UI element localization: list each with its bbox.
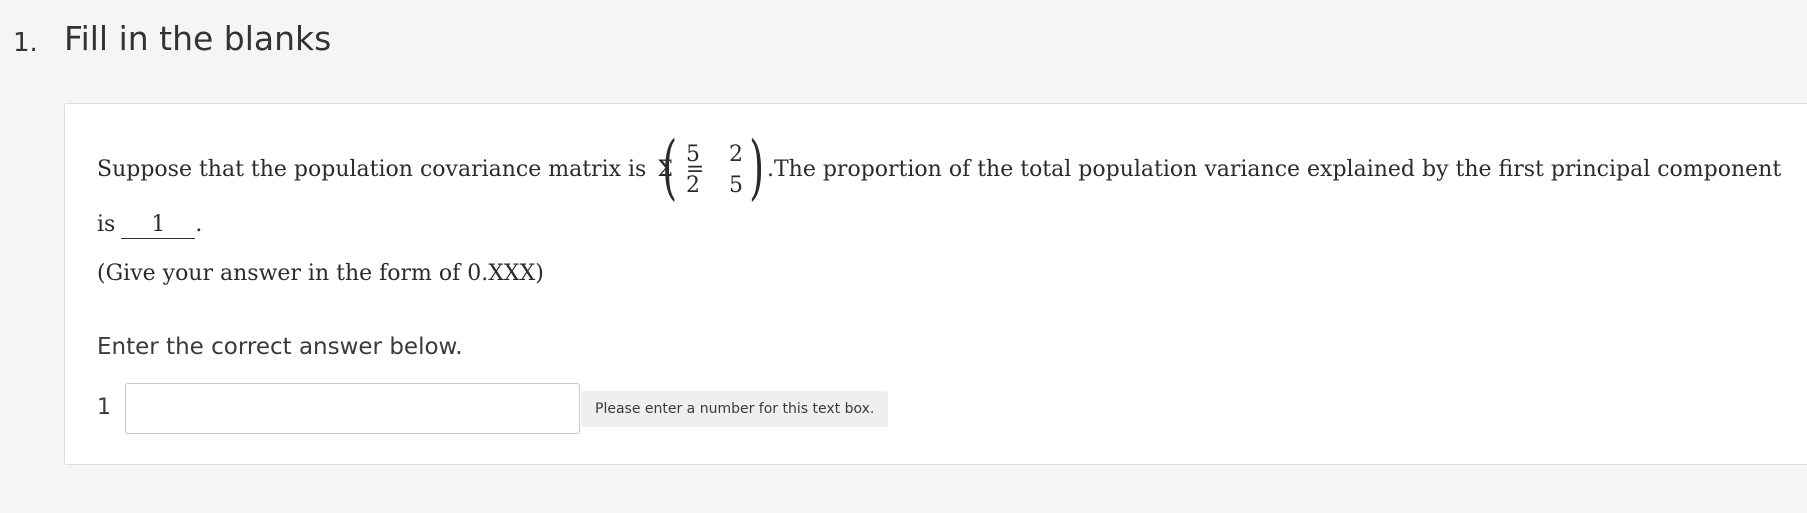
question-intro-text: Suppose that the population covariance m… (97, 157, 647, 182)
answer-blank-1: 1 (121, 212, 196, 239)
line2-suffix: . (195, 212, 203, 237)
matrix-cell-2-1: 2 (686, 173, 700, 198)
covariance-matrix: ( 5 2 2 5 ) (662, 128, 764, 210)
answer-label: 1 (97, 395, 111, 420)
matrix-cell-2-2: 5 (729, 173, 743, 198)
matrix-left-paren: ( (662, 126, 678, 208)
question-text-continuation: .The proportion of the total population … (767, 157, 1782, 182)
question-panel: Suppose that the population covariance m… (64, 103, 1807, 465)
answer-prompt: Enter the correct answer below. (97, 334, 463, 360)
matrix-cell-1-2: 2 (729, 142, 743, 167)
matrix-cell-1-1: 5 (686, 142, 700, 167)
question-text-line-1: Suppose that the population covariance m… (97, 154, 714, 186)
validation-message: Please enter a number for this text box. (581, 391, 889, 427)
line2-prefix: is (97, 212, 116, 237)
question-number: 1. (13, 28, 38, 58)
question-text-line-2: is 1. (97, 209, 202, 241)
question-title: Fill in the blanks (64, 19, 332, 58)
answer-input[interactable] (125, 383, 580, 434)
answer-format-hint: (Give your answer in the form of 0.XXX) (97, 261, 544, 286)
matrix-right-paren: ) (748, 126, 764, 208)
